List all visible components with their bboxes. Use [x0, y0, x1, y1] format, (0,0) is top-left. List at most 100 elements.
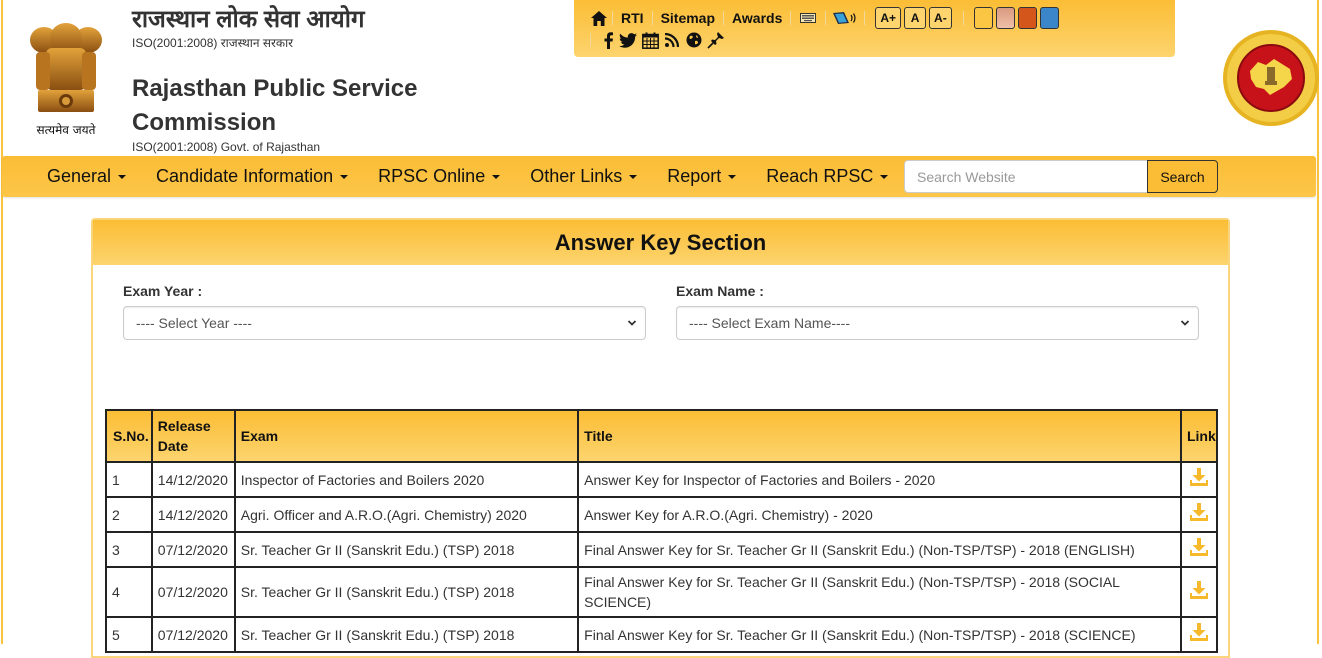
nav-label: RPSC Online — [378, 166, 486, 186]
separator — [825, 11, 827, 25]
cell-exam: Sr. Teacher Gr II (Sanskrit Edu.) (TSP) … — [233, 616, 580, 653]
header-release-date: Release Date — [150, 409, 236, 463]
cell-link — [1179, 531, 1219, 568]
nav-label: General — [47, 166, 112, 186]
font-reset-button[interactable]: A — [904, 7, 927, 29]
cell-link — [1179, 616, 1219, 653]
cell-title: Answer Key for A.R.O.(Agri. Chemistry) -… — [577, 496, 1182, 533]
screen-reader-icon[interactable] — [828, 8, 862, 28]
page-border-left — [1, 0, 3, 644]
sitemap-link[interactable]: Sitemap — [655, 10, 721, 26]
cell-release-date: 07/12/2020 — [150, 616, 236, 653]
caret-down-icon — [340, 174, 349, 179]
cell-sno: 2 — [105, 496, 153, 533]
download-icon[interactable] — [1189, 537, 1209, 557]
cell-release-date: 14/12/2020 — [150, 461, 236, 498]
globe-icon[interactable] — [683, 30, 705, 50]
emblem-motto: सत्यमेव जयते — [36, 123, 96, 137]
caret-down-icon — [492, 174, 501, 179]
panel-title: Answer Key Section — [554, 229, 767, 255]
search-button[interactable]: Search — [1147, 160, 1218, 193]
keyboard-icon[interactable] — [793, 8, 823, 28]
cell-title: Final Answer Key for Sr. Teacher Gr II (… — [577, 566, 1182, 618]
site-subtitle-english: ISO(2001:2008) Govt. of Rajasthan — [132, 140, 321, 154]
home-icon[interactable] — [588, 8, 610, 28]
pin-icon[interactable] — [705, 30, 727, 50]
exam-name-select[interactable]: ---- Select Exam Name---- — [676, 306, 1199, 340]
panel-header: Answer Key Section — [93, 220, 1228, 265]
separator — [651, 11, 653, 25]
cell-release-date: 07/12/2020 — [150, 566, 236, 618]
caret-down-icon — [118, 174, 127, 179]
ashoka-emblem-icon — [30, 23, 102, 112]
download-icon[interactable] — [1189, 622, 1209, 642]
table-row: 3 07/12/2020 Sr. Teacher Gr II (Sanskrit… — [105, 531, 1219, 568]
table-row: 2 14/12/2020 Agri. Officer and A.R.O.(Ag… — [105, 496, 1219, 533]
nav-rpsc-online[interactable]: RPSC Online — [378, 166, 515, 187]
nav-reach-rpsc[interactable]: Reach RPSC — [766, 166, 903, 187]
table-row: 4 07/12/2020 Sr. Teacher Gr II (Sanskrit… — [105, 566, 1219, 618]
rpsc-seal-icon — [1223, 30, 1319, 126]
nav-other-links[interactable]: Other Links — [530, 166, 652, 187]
twitter-icon[interactable] — [617, 30, 639, 50]
theme-yellow-swatch[interactable] — [973, 7, 993, 29]
cell-title: Final Answer Key for Sr. Teacher Gr II (… — [577, 616, 1182, 653]
caret-down-icon — [880, 174, 889, 179]
nav-general[interactable]: General — [47, 166, 141, 187]
table-row: 1 14/12/2020 Inspector of Factories and … — [105, 461, 1219, 498]
table-row: 5 07/12/2020 Sr. Teacher Gr II (Sanskrit… — [105, 616, 1219, 653]
chevron-down-icon — [627, 320, 637, 326]
exam-name-selected: ---- Select Exam Name---- — [689, 315, 851, 331]
exam-name-label: Exam Name : — [676, 283, 764, 299]
cell-sno: 5 — [105, 616, 153, 653]
caret-down-icon — [728, 174, 737, 179]
rss-icon[interactable] — [661, 30, 683, 50]
font-decrease-button[interactable]: A- — [929, 7, 952, 29]
national-emblem-logo: सत्यमेव जयते — [24, 18, 108, 138]
cell-exam: Sr. Teacher Gr II (Sanskrit Edu.) (TSP) … — [233, 531, 580, 568]
caret-down-icon — [629, 174, 638, 179]
separator — [790, 11, 792, 25]
download-icon[interactable] — [1189, 502, 1209, 522]
site-title-english: Rajasthan Public Service Commission — [132, 75, 418, 136]
nav-report[interactable]: Report — [667, 166, 751, 187]
cell-release-date: 14/12/2020 — [150, 496, 236, 533]
awards-link[interactable]: Awards — [726, 10, 788, 26]
nav-label: Reach RPSC — [766, 166, 874, 186]
header-title: Title — [577, 409, 1182, 463]
cell-title: Final Answer Key for Sr. Teacher Gr II (… — [577, 531, 1182, 568]
nav-candidate-information[interactable]: Candidate Information — [156, 166, 363, 187]
rpsc-seal-logo — [1222, 29, 1320, 127]
font-increase-button[interactable]: A+ — [875, 7, 902, 29]
cell-sno: 3 — [105, 531, 153, 568]
nav-label: Other Links — [530, 166, 623, 186]
theme-blue-swatch[interactable] — [1039, 7, 1059, 29]
table-header-row: S.No. Release Date Exam Title Link — [105, 409, 1219, 463]
nav-label: Report — [667, 166, 722, 186]
answer-key-table: S.No. Release Date Exam Title Link 1 14/… — [105, 409, 1219, 653]
header-sno: S.No. — [105, 409, 153, 463]
download-icon[interactable] — [1189, 580, 1209, 600]
chevron-down-icon — [1180, 320, 1190, 326]
cell-link — [1179, 566, 1219, 618]
theme-orange-swatch[interactable] — [1017, 7, 1037, 29]
theme-peach-swatch[interactable] — [995, 7, 1015, 29]
site-subtitle-hindi: ISO(2001:2008) राजस्थान सरकार — [132, 36, 294, 50]
separator — [612, 11, 613, 25]
header-link: Link — [1179, 409, 1219, 463]
header-exam: Exam — [233, 409, 580, 463]
facebook-icon[interactable] — [599, 30, 617, 50]
cell-link — [1179, 496, 1219, 533]
separator — [590, 33, 591, 47]
cell-link — [1179, 461, 1219, 498]
accessibility-toolbox: RTI Sitemap Awards A+ A A- — [574, 0, 1175, 57]
search-input[interactable] — [904, 160, 1148, 193]
download-icon[interactable] — [1189, 467, 1209, 487]
calendar-icon[interactable] — [639, 30, 661, 50]
nav-label: Candidate Information — [156, 166, 334, 186]
exam-year-label: Exam Year : — [123, 283, 203, 299]
separator — [723, 11, 725, 25]
rti-link[interactable]: RTI — [615, 10, 650, 26]
cell-sno: 1 — [105, 461, 153, 498]
exam-year-select[interactable]: ---- Select Year ---- — [123, 306, 646, 340]
